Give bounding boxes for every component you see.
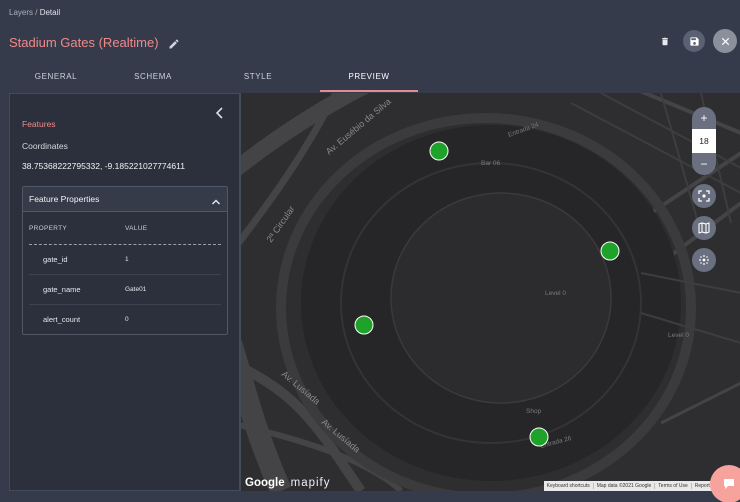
mapify-logo: mapify: [290, 477, 331, 489]
gate-marker[interactable]: [429, 141, 449, 161]
close-icon: [721, 37, 729, 45]
gate-marker[interactable]: [354, 315, 374, 335]
property-name: alert_count: [43, 315, 81, 324]
tab-preview[interactable]: PREVIEW: [320, 66, 418, 92]
keyboard-shortcuts-link[interactable]: Keyboard shortcuts: [544, 483, 593, 489]
feature-properties-header[interactable]: Feature Properties: [23, 187, 227, 212]
map-basemap[interactable]: Av. Eusébio da Silva Av. Lusíada Av. Lus…: [241, 93, 740, 491]
table-row: gate_name Gate01: [29, 275, 221, 305]
property-value: 1: [125, 256, 129, 263]
fit-bounds-button[interactable]: [692, 184, 716, 208]
features-label: Features: [22, 119, 56, 129]
coordinates-label: Coordinates: [22, 141, 68, 151]
basemap-button[interactable]: [692, 216, 716, 240]
delete-button[interactable]: [655, 30, 675, 52]
feature-panel: Features Coordinates 38.75368222795332, …: [9, 93, 240, 491]
street-label: Bar 06: [481, 160, 501, 167]
gate-marker[interactable]: [600, 241, 620, 261]
property-column-header: PROPERTY: [29, 225, 68, 232]
page-title: Stadium Gates (Realtime): [9, 35, 159, 50]
trash-icon: [662, 37, 668, 45]
save-button[interactable]: [683, 30, 705, 52]
street-label: Level 0: [668, 332, 689, 339]
map-icon: [698, 222, 710, 234]
map-data-text: Map data ©2021 Google: [592, 483, 655, 489]
cluster-button[interactable]: [692, 248, 716, 272]
fit-bounds-icon: [698, 190, 710, 202]
collapse-panel-chevron-left-icon[interactable]: [215, 106, 225, 119]
title-row: Stadium Gates (Realtime): [9, 35, 180, 50]
chat-button[interactable]: [710, 465, 740, 502]
google-logo: Google: [245, 477, 285, 489]
property-name: gate_name: [43, 285, 81, 294]
breadcrumb-current: Detail: [39, 8, 61, 17]
chat-bubble-icon: [724, 479, 734, 489]
save-icon: [689, 36, 699, 46]
terms-of-use-link[interactable]: Terms of Use: [654, 483, 690, 489]
street-label: Shop: [526, 408, 542, 415]
breadcrumb-root[interactable]: Layers: [9, 8, 33, 17]
property-value: 0: [125, 316, 129, 323]
map-branding: Google mapify: [245, 477, 331, 489]
feature-properties-title: Feature Properties: [29, 194, 100, 204]
zoom-in-button[interactable]: +: [692, 107, 716, 129]
map-view[interactable]: Av. Eusébio da Silva Av. Lusíada Av. Lus…: [240, 93, 740, 491]
tab-bar: GENERAL SCHEMA STYLE PREVIEW: [0, 66, 740, 92]
table-row: gate_id 1: [29, 245, 221, 275]
tab-style[interactable]: STYLE: [216, 66, 300, 92]
table-row: alert_count 0: [29, 305, 221, 335]
dots-cluster-icon: [699, 255, 709, 265]
value-column-header: VALUE: [125, 225, 148, 232]
breadcrumb-separator: /: [33, 8, 40, 17]
property-value: Gate01: [125, 286, 147, 293]
zoom-level: 18: [692, 129, 716, 153]
feature-properties-card: Feature Properties PROPERTY VALUE gate_i…: [22, 186, 228, 335]
chevron-up-icon[interactable]: [211, 194, 221, 205]
properties-column-headers: PROPERTY VALUE: [29, 212, 221, 245]
zoom-control: + 18 −: [692, 107, 716, 175]
property-name: gate_id: [43, 255, 68, 264]
close-button[interactable]: [713, 29, 737, 53]
gate-marker[interactable]: [529, 427, 549, 447]
edit-pencil-icon[interactable]: [168, 37, 180, 49]
header-actions: [655, 29, 737, 53]
tab-schema[interactable]: SCHEMA: [112, 66, 194, 92]
street-label: Level 0: [545, 290, 566, 297]
coordinates-value: 38.75368222795332, -9.185221027774611: [22, 161, 185, 171]
tab-general[interactable]: GENERAL: [0, 66, 112, 92]
breadcrumb: Layers / Detail: [9, 8, 60, 17]
